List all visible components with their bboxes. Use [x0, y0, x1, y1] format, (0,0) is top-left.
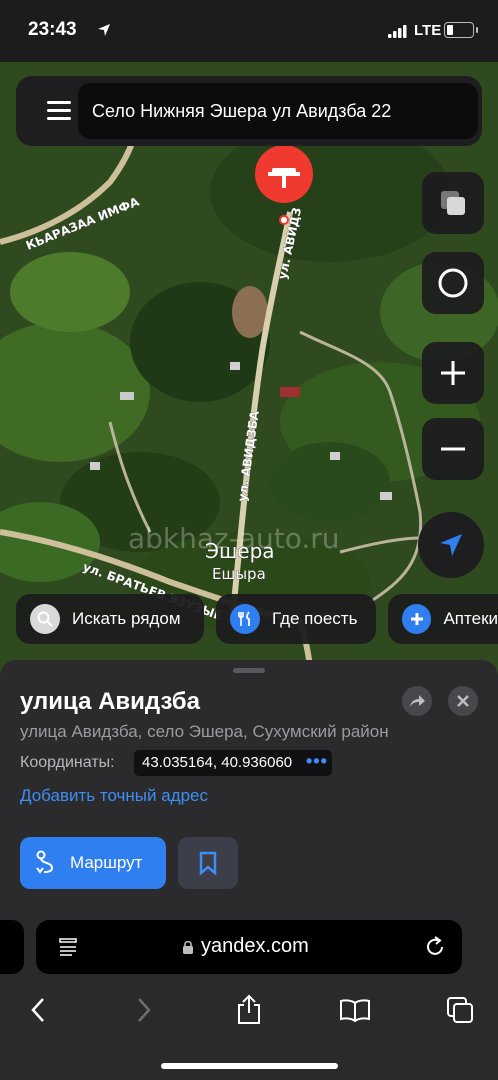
- my-location-button[interactable]: [418, 512, 484, 578]
- layers-icon: [441, 191, 465, 215]
- chip-pharmacies[interactable]: Аптеки: [388, 594, 498, 644]
- minus-icon: [441, 447, 465, 451]
- alice-icon: [438, 268, 468, 298]
- reload-icon[interactable]: [423, 935, 447, 959]
- place-address: улица Авидзба, село Эшера, Сухумский рай…: [20, 722, 389, 741]
- menu-button[interactable]: [32, 84, 82, 138]
- add-address-link[interactable]: Добавить точный адрес: [20, 786, 208, 806]
- status-time: 23:43: [28, 19, 77, 40]
- lock-icon: [183, 940, 193, 954]
- home-indicator[interactable]: [161, 1063, 338, 1069]
- close-icon: [457, 695, 469, 707]
- chip-label: Аптеки: [443, 609, 498, 628]
- layers-button[interactable]: [422, 172, 484, 234]
- coordinates-label: Координаты:: [20, 754, 115, 771]
- plus-icon: [441, 361, 465, 385]
- coordinates-value: 43.035164, 40.936060: [142, 754, 293, 771]
- bookmark-icon: [199, 851, 217, 875]
- route-label: Маршрут: [70, 853, 143, 872]
- route-icon: [36, 850, 54, 874]
- book-icon: [340, 999, 370, 1023]
- search-bar: Село Нижняя Эшера ул Авидзба 22: [16, 76, 482, 146]
- tabs-icon: [447, 997, 473, 1023]
- cellular-signal-icon: [388, 25, 407, 38]
- close-button[interactable]: [448, 686, 478, 716]
- place-card: улица Авидзба улица Авидзба, село Эшера,…: [0, 660, 498, 908]
- watermark: abkhaz-auto.ru: [128, 522, 340, 555]
- alice-assistant-button[interactable]: [422, 252, 484, 314]
- forward-button[interactable]: [122, 988, 166, 1032]
- navigation-arrow-icon: [440, 534, 462, 556]
- browser-toolbar: yandex.com: [0, 908, 498, 1080]
- hamburger-icon: [47, 101, 71, 104]
- chip-search-nearby[interactable]: Искать рядом: [16, 594, 204, 644]
- place-title: улица Авидзба: [20, 688, 200, 715]
- chevron-right-icon: [138, 998, 151, 1022]
- fork-knife-icon: [230, 604, 260, 634]
- status-bar: 23:43 LTE: [0, 0, 498, 62]
- bookmarks-button[interactable]: [333, 988, 377, 1032]
- search-input[interactable]: Село Нижняя Эшера ул Авидзба 22: [78, 83, 478, 139]
- battery-icon: [444, 22, 478, 38]
- share-sheet-button[interactable]: [227, 988, 271, 1032]
- more-icon[interactable]: •••: [306, 751, 328, 772]
- network-type: LTE: [414, 22, 442, 39]
- search-query: Село Нижняя Эшера ул Авидзба 22: [92, 101, 392, 121]
- search-icon: [30, 604, 60, 634]
- back-button[interactable]: [16, 988, 60, 1032]
- location-arrow-icon: [98, 24, 110, 36]
- chevron-left-icon: [31, 998, 44, 1022]
- reader-icon[interactable]: [58, 936, 80, 958]
- zoom-out-button[interactable]: [422, 418, 484, 480]
- coordinates-field[interactable]: 43.035164, 40.936060 •••: [134, 750, 332, 776]
- share-icon: [238, 994, 260, 1024]
- url-text: yandex.com: [201, 935, 309, 957]
- share-arrow-icon: [410, 695, 425, 707]
- address-bar[interactable]: yandex.com: [36, 920, 462, 974]
- share-button[interactable]: [402, 686, 432, 716]
- zoom-in-button[interactable]: [422, 342, 484, 404]
- chip-where-to-eat[interactable]: Где поесть: [216, 594, 376, 644]
- plus-icon: [402, 604, 432, 634]
- route-button[interactable]: Маршрут: [20, 837, 166, 889]
- sheet-grabber[interactable]: [233, 668, 265, 673]
- chip-label: Где поесть: [272, 609, 358, 628]
- tabs-button[interactable]: [438, 988, 482, 1032]
- place-label-alt: Ешыра: [212, 565, 266, 583]
- previous-tab[interactable]: [0, 920, 24, 974]
- chip-label: Искать рядом: [72, 609, 181, 628]
- bookmark-button[interactable]: [178, 837, 238, 889]
